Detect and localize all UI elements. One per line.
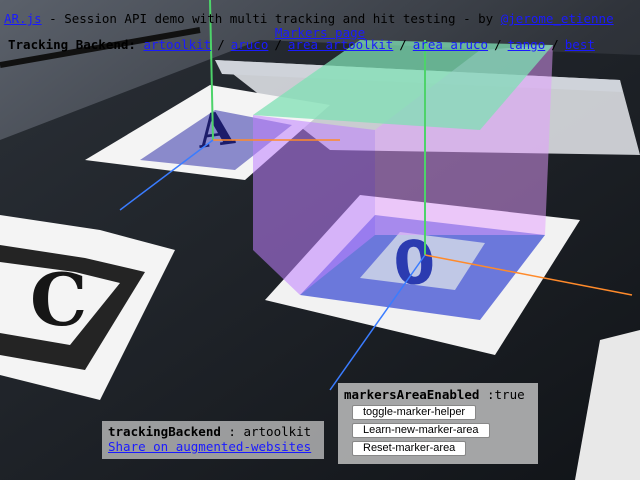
markers-area-key: markersAreaEnabled xyxy=(344,387,480,402)
backend-separator: / xyxy=(494,37,502,52)
backend-separator: / xyxy=(274,37,282,52)
backend-separator: / xyxy=(399,37,407,52)
tracking-status-line: trackingBackend : artoolkit xyxy=(108,424,318,439)
backend-separator: / xyxy=(551,37,559,52)
camera-view: A C 0 xyxy=(0,0,640,480)
marker-zero-glyph: 0 xyxy=(391,227,438,300)
markers-area-status: markersAreaEnabled :true xyxy=(344,388,532,402)
reset-marker-area-button[interactable]: Reset-marker-area xyxy=(352,441,467,456)
backend-link-tango[interactable]: tango xyxy=(508,37,546,52)
arjs-link[interactable]: AR.js xyxy=(4,11,42,26)
learn-new-marker-area-button[interactable]: Learn-new-marker-area xyxy=(352,423,490,438)
share-line: Share on augmented-websites xyxy=(108,439,318,454)
backend-separator: / xyxy=(217,37,225,52)
share-augmented-websites-link[interactable]: Share on augmented-websites xyxy=(108,439,311,454)
backend-link-artoolkit[interactable]: artoolkit xyxy=(143,37,211,52)
tracking-backend-label: Tracking Backend: xyxy=(8,37,136,52)
author-link[interactable]: @jerome_etienne xyxy=(501,11,614,26)
ar-scene: A C 0 xyxy=(0,0,640,480)
markers-area-value: :true xyxy=(479,387,525,402)
tracking-status-panel: trackingBackend : artoolkit Share on aug… xyxy=(102,421,324,459)
title-row: AR.js - Session API demo with multi trac… xyxy=(4,12,614,25)
marker-c-letter: C xyxy=(30,257,87,342)
markers-area-panel: markersAreaEnabled :true toggle-marker-h… xyxy=(338,383,538,464)
backend-link-best[interactable]: best xyxy=(565,37,595,52)
toggle-marker-helper-button[interactable]: toggle-marker-helper xyxy=(352,405,477,420)
tracking-backend-key: trackingBackend xyxy=(108,424,221,439)
backend-link-area-artoolkit[interactable]: area artoolkit xyxy=(288,37,393,52)
backend-link-aruco[interactable]: aruco xyxy=(231,37,269,52)
tracking-backend-row: Tracking Backend: artoolkit / aruco / area a… xyxy=(8,38,595,51)
title-text: - Session API demo with multi tracking a… xyxy=(41,11,501,26)
backend-link-area-aruco[interactable]: area aruco xyxy=(413,37,488,52)
tracking-backend-value: : artoolkit xyxy=(220,424,312,439)
